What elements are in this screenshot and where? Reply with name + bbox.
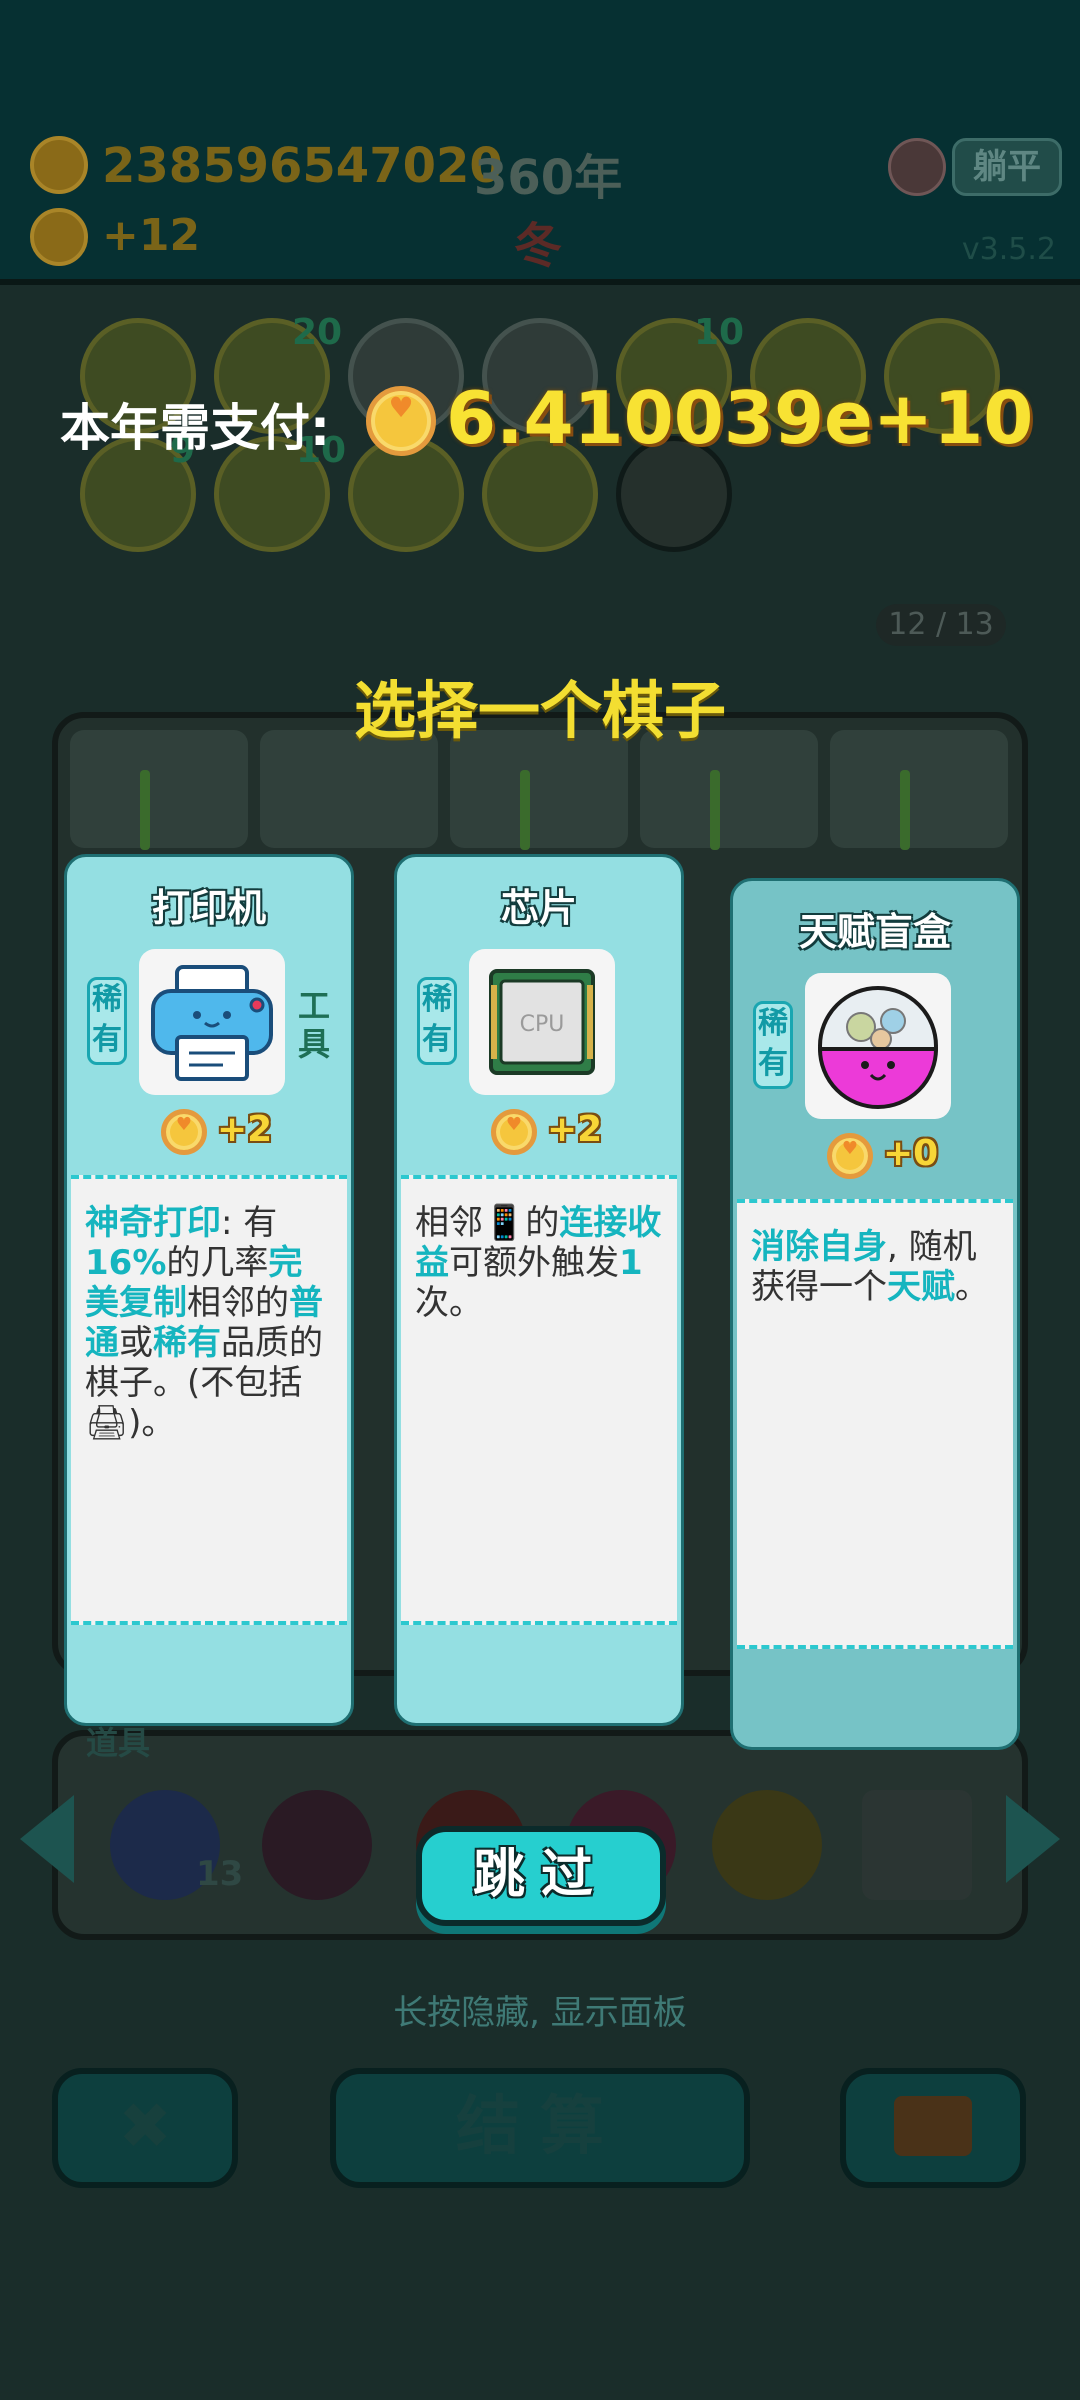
delete-icon: ✖ bbox=[118, 2090, 172, 2164]
desc-keyword: 稀有 bbox=[153, 1323, 221, 1363]
payment-amount: 6.410039e+10 bbox=[446, 376, 1034, 460]
bamboo-icon bbox=[900, 770, 910, 850]
skip-button[interactable]: 跳过 bbox=[416, 1826, 666, 1926]
desc-text: 可额外触发 bbox=[449, 1243, 619, 1283]
cpu-label: CPU bbox=[520, 1012, 565, 1037]
card-description: 消除自身, 随机获得一个天赋。 bbox=[737, 1199, 1013, 1649]
star-icon[interactable] bbox=[712, 1790, 822, 1900]
income-label: +12 bbox=[102, 210, 201, 261]
black-hole-icon[interactable] bbox=[262, 1790, 372, 1900]
card-title: 芯片 bbox=[500, 886, 577, 930]
desc-text: 的几率 bbox=[166, 1243, 269, 1283]
season-label: 冬 bbox=[514, 218, 563, 274]
briefcase-icon bbox=[894, 2096, 972, 2156]
coin-icon bbox=[827, 1133, 873, 1179]
piece-card-talent-box[interactable]: 天赋盲盒 稀有 +0 消除自身, 随机获得一个天赋。 bbox=[730, 878, 1020, 1750]
version-label: v3.5.2 bbox=[961, 232, 1056, 267]
arrow-left-icon[interactable] bbox=[20, 1795, 74, 1883]
slot-machine-icon[interactable] bbox=[862, 1790, 972, 1900]
desc-text: 。 bbox=[955, 1267, 989, 1307]
desc-keyword: 1 bbox=[619, 1243, 643, 1283]
coin-icon bbox=[366, 386, 436, 456]
desc-text: 相邻的 bbox=[187, 1283, 289, 1323]
piece-card-chip[interactable]: 芯片 稀有 CPU +2 相邻📱的连接收益可额外触发1次。 bbox=[394, 854, 684, 1726]
bag-button[interactable] bbox=[840, 2068, 1026, 2188]
coin-bonus: +0 bbox=[883, 1133, 939, 1174]
desc-keyword: 神奇打印 bbox=[85, 1203, 221, 1243]
coin-icon bbox=[491, 1109, 537, 1155]
hint-text: 长按隐藏, 显示面板 bbox=[393, 1993, 687, 2033]
bamboo-icon bbox=[520, 770, 530, 850]
choose-piece-title: 选择一个棋子 bbox=[353, 674, 726, 747]
coin-bonus: +2 bbox=[547, 1109, 603, 1150]
desc-text: 相邻 bbox=[415, 1203, 483, 1243]
total-coins: 238596547020 bbox=[102, 138, 503, 194]
gacha-ball-icon bbox=[805, 973, 951, 1119]
lie-flat-button[interactable]: 躺平 bbox=[952, 138, 1062, 196]
bamboo-icon bbox=[710, 770, 720, 850]
rarity-badge: 稀有 bbox=[753, 1001, 793, 1089]
desc-text: 的 bbox=[525, 1203, 560, 1243]
rarity-badge: 稀有 bbox=[87, 977, 127, 1065]
desc-text: : 有 bbox=[221, 1203, 278, 1243]
desc-keyword: 天赋 bbox=[887, 1267, 955, 1307]
phone-small-icon: 📱 bbox=[483, 1203, 526, 1243]
settle-button[interactable]: 结算 bbox=[330, 2068, 750, 2188]
page-counter: 12 / 13 bbox=[876, 604, 1006, 646]
cpu-chip-icon: CPU bbox=[469, 949, 615, 1095]
desc-keyword: 消除自身 bbox=[751, 1227, 887, 1267]
desc-text: 次。 bbox=[415, 1283, 483, 1323]
coin-bonus: +2 bbox=[217, 1109, 273, 1150]
game-header: 238596547020 360年 +12 冬 躺平 v3.5.2 bbox=[0, 0, 1080, 285]
printer-small-icon: 🖨 bbox=[85, 1403, 129, 1443]
badge-count: 20 bbox=[292, 312, 343, 353]
coin-icon bbox=[161, 1109, 207, 1155]
desc-keyword: 16% bbox=[85, 1243, 167, 1283]
rarity-badge: 稀有 bbox=[417, 977, 457, 1065]
lie-flat-icon[interactable] bbox=[888, 138, 946, 196]
type-tag: 工具 bbox=[297, 987, 330, 1063]
item-count: 13 bbox=[196, 1854, 244, 1894]
printer-icon bbox=[139, 949, 285, 1095]
card-title: 天赋盲盒 bbox=[798, 910, 951, 954]
bamboo-icon bbox=[140, 770, 150, 850]
desc-text: 或 bbox=[119, 1323, 153, 1363]
card-title: 打印机 bbox=[151, 886, 266, 930]
badge-count: 10 bbox=[694, 312, 745, 353]
piece-card-printer[interactable]: 打印机 稀有 工具 +2 神奇打印: 有16%的几率完美复制相邻的普通或稀有品质… bbox=[64, 854, 354, 1726]
desc-text: )。 bbox=[128, 1403, 176, 1443]
delete-button[interactable]: ✖ bbox=[52, 2068, 238, 2188]
coin-icon bbox=[30, 136, 88, 194]
income-coin-icon bbox=[30, 208, 88, 266]
card-description: 相邻📱的连接收益可额外触发1次。 bbox=[401, 1175, 677, 1625]
card-description: 神奇打印: 有16%的几率完美复制相邻的普通或稀有品质的棋子。(不包括🖨)。 bbox=[71, 1175, 347, 1625]
arrow-right-icon[interactable] bbox=[1006, 1795, 1060, 1883]
payment-label: 本年需支付: bbox=[60, 399, 330, 457]
year-label: 360年 bbox=[474, 150, 623, 206]
